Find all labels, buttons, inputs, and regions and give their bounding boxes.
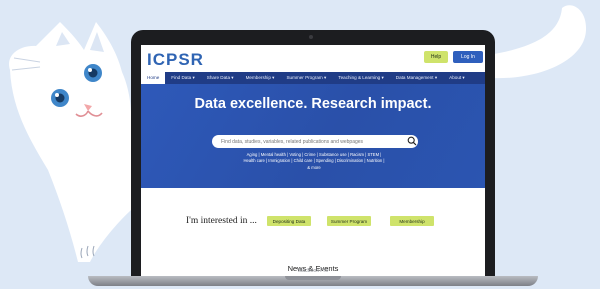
site-logo[interactable]: ICPSR [147, 50, 204, 70]
main-nav: Home Find Data ▾ Share Data ▾ Membership… [141, 72, 485, 84]
nav-item-data-management[interactable]: Data Management ▾ [390, 72, 443, 84]
laptop-base-notch [285, 276, 341, 280]
search-input[interactable] [212, 135, 418, 148]
hero-headline: Data excellence. Research impact. [194, 96, 432, 112]
nav-item-summer-program[interactable]: Summer Program ▾ [280, 72, 332, 84]
device-label: MacBook Pro [297, 268, 328, 274]
login-button[interactable]: Log In [453, 51, 483, 63]
interest-section: I'm interested in ... Depositing Data Su… [141, 215, 485, 231]
membership-button[interactable]: Membership [390, 216, 434, 226]
nav-item-about[interactable]: About ▾ [443, 72, 471, 84]
nav-item-share-data[interactable]: Share Data ▾ [201, 72, 240, 84]
site-header: ICPSR Help Log In [141, 45, 485, 72]
nav-item-teaching-learning[interactable]: Teaching & Learning ▾ [332, 72, 389, 84]
nav-item-home[interactable]: Home [141, 72, 166, 84]
cat-tail [492, 5, 587, 79]
laptop-screen: ICPSR Help Log In Home Find Data ▾ Share… [141, 45, 485, 276]
search-icon[interactable] [407, 136, 417, 146]
laptop-lid: ICPSR Help Log In Home Find Data ▾ Share… [131, 30, 495, 276]
interest-label: I'm interested in ... [186, 216, 257, 226]
topic-links-line3[interactable]: & more [307, 165, 321, 170]
hero-banner: Data excellence. Research impact. Aging … [141, 84, 485, 188]
help-button[interactable]: Help [424, 51, 448, 63]
summer-program-button[interactable]: Summer Program [327, 216, 371, 226]
nav-item-find-data[interactable]: Find Data ▾ [165, 72, 201, 84]
nav-item-membership[interactable]: Membership ▾ [240, 72, 281, 84]
topic-links: Aging | Mental health | Voting | Crime |… [201, 152, 427, 171]
depositing-data-button[interactable]: Depositing Data [267, 216, 311, 226]
laptop-camera [309, 35, 313, 39]
cat-body [9, 22, 132, 262]
topic-links-line1[interactable]: Aging | Mental health | Voting | Crime |… [247, 152, 382, 157]
topic-links-line2[interactable]: Health care | Immigration | Child care |… [243, 158, 384, 163]
